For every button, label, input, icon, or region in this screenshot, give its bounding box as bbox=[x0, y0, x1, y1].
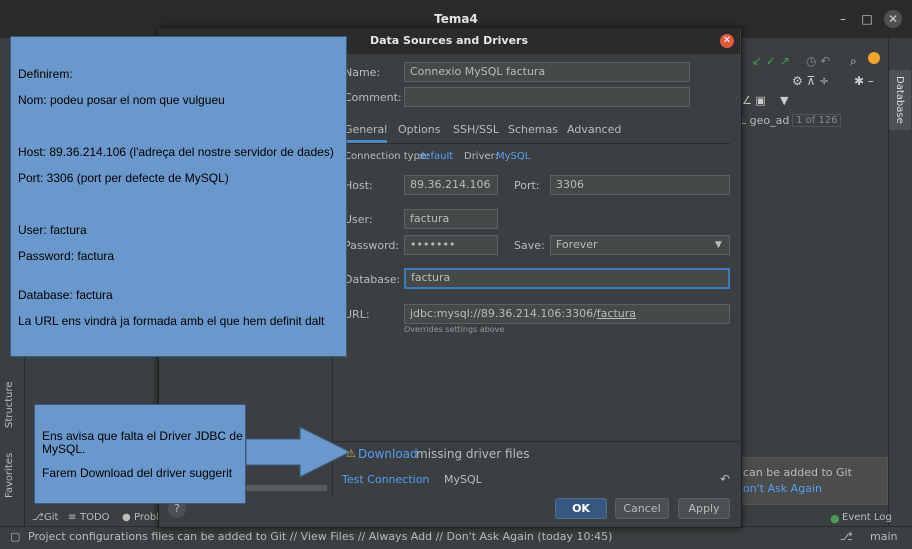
chevron-down-icon: ▼ bbox=[715, 240, 722, 250]
tab-general[interactable]: General bbox=[344, 123, 388, 143]
port-input[interactable]: 3306 bbox=[550, 175, 730, 195]
note-line: User: factura bbox=[18, 223, 87, 237]
database-label: Database: bbox=[344, 273, 401, 286]
tab-ssh-ssl[interactable]: SSH/SSL bbox=[453, 123, 499, 136]
annotation-arrow bbox=[245, 426, 352, 478]
save-select[interactable]: Forever ▼ bbox=[550, 235, 730, 255]
url-note: Overrides settings above bbox=[404, 325, 505, 334]
url-label: URL: bbox=[344, 308, 370, 321]
gear-icon[interactable]: ✱ – bbox=[854, 74, 874, 88]
port-label: Port: bbox=[514, 179, 540, 192]
notification-text: can be added to Git bbox=[743, 466, 852, 479]
tab-schemas[interactable]: Schemas bbox=[508, 123, 558, 136]
minimize-button[interactable]: – bbox=[834, 10, 852, 28]
todo-tab[interactable]: TODO bbox=[80, 512, 110, 523]
database-panel: ↙ ✓ ↗ ◷ ↶ ⌕ ⚙ ⊼ ÷ ✱ – ∠ ▣ ▼ L geo_ad 1 o… bbox=[740, 38, 912, 526]
list-scrollbar[interactable] bbox=[245, 485, 327, 491]
history-icon[interactable]: ◷ ↶ bbox=[806, 54, 830, 68]
connection-type-label: Connection type: bbox=[344, 151, 430, 162]
console-icon[interactable]: ∠ ▣ bbox=[742, 94, 766, 107]
test-connection-link[interactable]: Test Connection bbox=[342, 473, 429, 486]
note-line: Definirem: bbox=[18, 67, 73, 81]
refresh-icon[interactable]: ↙ ✓ ↗ bbox=[752, 54, 790, 68]
host-label: Host: bbox=[344, 179, 373, 192]
dont-ask-link[interactable]: on't Ask Again bbox=[743, 482, 822, 495]
dialog-close-icon[interactable]: ✕ bbox=[720, 34, 734, 48]
close-window-button[interactable]: ✕ bbox=[884, 10, 902, 28]
maximize-button[interactable]: □ bbox=[858, 10, 876, 28]
note-line: Password: factura bbox=[18, 249, 115, 263]
event-log-icon: ● bbox=[830, 512, 840, 525]
comment-label: Comment: bbox=[344, 91, 402, 104]
cancel-button[interactable]: Cancel bbox=[615, 498, 669, 519]
revert-icon[interactable]: ↶ bbox=[720, 472, 730, 486]
name-label: Name: bbox=[344, 66, 381, 79]
git-tab[interactable]: Git bbox=[44, 512, 58, 523]
password-input[interactable]: ••••••• bbox=[404, 235, 498, 255]
database-input[interactable]: factura bbox=[404, 268, 730, 289]
download-link[interactable]: Download bbox=[358, 447, 418, 461]
note-line: Port: 3306 (port per defecte de MySQL) bbox=[18, 171, 229, 185]
todo-icon: ≡ bbox=[68, 512, 77, 523]
note-line: Ens avisa que falta el Driver JDBC de bbox=[42, 429, 243, 443]
git-icon: ⎇ bbox=[32, 512, 44, 523]
git-notification: can be added to Git on't Ask Again bbox=[736, 457, 888, 505]
problems-icon: ● bbox=[122, 512, 131, 523]
update-icon[interactable] bbox=[868, 52, 880, 64]
status-message[interactable]: Project configurations files can be adde… bbox=[28, 530, 612, 543]
bottom-tool-tabs: ⎇ Git ≡ TODO ● Proble bbox=[24, 508, 165, 526]
connection-type-link[interactable]: default bbox=[418, 151, 453, 162]
note-line: MySQL. bbox=[42, 442, 86, 456]
database-tab[interactable]: Database bbox=[889, 70, 911, 130]
window-title: Tema4 bbox=[434, 12, 478, 26]
note-line: Farem Download del driver suggerit bbox=[42, 466, 233, 480]
status-bar: ▢ Project configurations files can be ad… bbox=[0, 512, 912, 549]
annotation-note-driver: Ens avisa que falta el Driver JDBC de My… bbox=[34, 404, 246, 504]
database-tab-label: Database bbox=[894, 76, 905, 124]
note-line: Database: factura bbox=[18, 288, 113, 302]
event-log-button[interactable]: Event Log bbox=[842, 512, 892, 523]
driver-link[interactable]: MySQL bbox=[496, 151, 530, 162]
count-badge: 1 of 126 bbox=[792, 114, 842, 127]
status-icon: ▢ bbox=[10, 530, 21, 543]
save-label: Save: bbox=[514, 239, 545, 252]
divider bbox=[334, 441, 740, 442]
schema-node[interactable]: L geo_ad bbox=[740, 114, 789, 127]
note-line: La URL ens vindrà ja formada amb el que … bbox=[18, 314, 325, 328]
structure-tab[interactable]: Structure bbox=[4, 381, 15, 428]
driver-label: Driver: bbox=[464, 151, 498, 162]
mysql-driver-label: MySQL bbox=[444, 473, 482, 486]
settings-icon[interactable]: ⚙ ⊼ ÷ bbox=[792, 74, 829, 88]
host-input[interactable]: 89.36.214.106 bbox=[404, 175, 498, 195]
note-line: Nom: podeu posar el nom que vulgueu bbox=[18, 93, 225, 107]
user-input[interactable]: factura bbox=[404, 209, 498, 229]
tab-advanced[interactable]: Advanced bbox=[567, 123, 621, 136]
tab-options[interactable]: Options bbox=[398, 123, 440, 136]
note-line: Host: 89.36.214.106 (l'adreça del nostre… bbox=[18, 145, 334, 159]
search-icon[interactable]: ⌕ bbox=[850, 54, 857, 69]
ok-button[interactable]: OK bbox=[555, 498, 607, 519]
branch-label[interactable]: main bbox=[870, 530, 897, 543]
name-input[interactable]: Connexio MySQL factura bbox=[404, 62, 690, 82]
comment-input[interactable] bbox=[404, 87, 690, 107]
url-input[interactable]: jdbc:mysql://89.36.214.106:3306/factura bbox=[404, 304, 730, 324]
favorites-tab[interactable]: Favorites bbox=[4, 453, 15, 498]
apply-button[interactable]: Apply bbox=[678, 498, 730, 519]
dialog-tabs: General Options SSH/SSL Schemas Advanced bbox=[340, 117, 730, 144]
user-label: User: bbox=[344, 213, 373, 226]
filter-icon[interactable]: ▼ bbox=[780, 94, 788, 107]
password-label: Password: bbox=[344, 239, 400, 252]
download-text: missing driver files bbox=[416, 447, 530, 461]
branch-icon: ⎇ bbox=[840, 530, 853, 543]
annotation-note: Definirem: Nom: podeu posar el nom que v… bbox=[10, 36, 347, 357]
